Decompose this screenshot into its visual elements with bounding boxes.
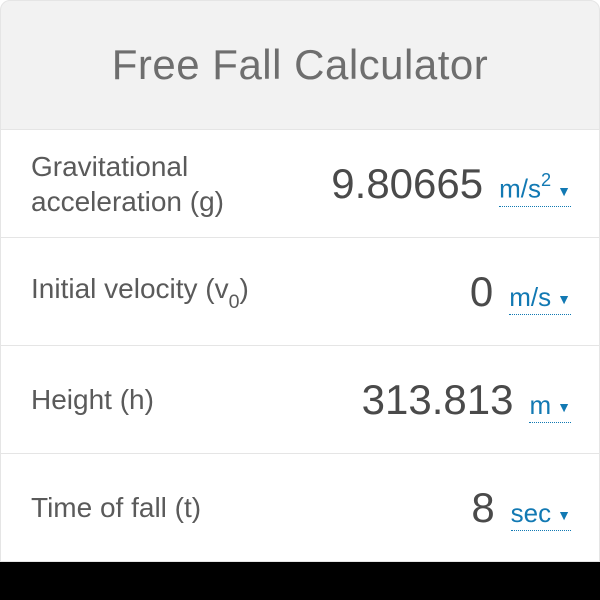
field-label: Height (h) — [31, 382, 291, 417]
footer-bar — [0, 562, 600, 600]
field-value-wrap: 8 sec ▼ — [291, 484, 571, 532]
field-row: Initial velocity (v0) 0 m/s ▼ — [0, 238, 600, 346]
unit-label: m/s — [509, 282, 551, 313]
unit-label: m — [529, 390, 551, 421]
chevron-down-icon: ▼ — [557, 291, 571, 307]
field-label: Gravitational acceleration (g) — [31, 149, 291, 219]
calculator-title: Free Fall Calculator — [112, 41, 488, 89]
field-row: Time of fall (t) 8 sec ▼ — [0, 454, 600, 562]
unit-label: m/s2 — [499, 172, 551, 205]
unit-select[interactable]: m ▼ — [529, 390, 571, 423]
field-label: Time of fall (t) — [31, 490, 291, 525]
unit-select[interactable]: m/s2 ▼ — [499, 172, 571, 207]
field-value-wrap: 9.80665 m/s2 ▼ — [291, 160, 571, 208]
field-label: Initial velocity (v0) — [31, 271, 291, 311]
field-row: Height (h) 313.813 m ▼ — [0, 346, 600, 454]
field-value-input[interactable]: 0 — [470, 268, 493, 316]
field-value-input[interactable]: 313.813 — [362, 376, 514, 424]
calculator-header: Free Fall Calculator — [0, 0, 600, 130]
field-value-wrap: 0 m/s ▼ — [291, 268, 571, 316]
chevron-down-icon: ▼ — [557, 183, 571, 199]
field-value-wrap: 313.813 m ▼ — [291, 376, 571, 424]
unit-select[interactable]: m/s ▼ — [509, 282, 571, 315]
calculator-panel: Free Fall Calculator Gravitational accel… — [0, 0, 600, 562]
field-value-input[interactable]: 8 — [471, 484, 494, 532]
field-row: Gravitational acceleration (g) 9.80665 m… — [0, 130, 600, 238]
chevron-down-icon: ▼ — [557, 507, 571, 523]
unit-label: sec — [511, 498, 551, 529]
unit-select[interactable]: sec ▼ — [511, 498, 571, 531]
chevron-down-icon: ▼ — [557, 399, 571, 415]
field-value-input[interactable]: 9.80665 — [331, 160, 483, 208]
